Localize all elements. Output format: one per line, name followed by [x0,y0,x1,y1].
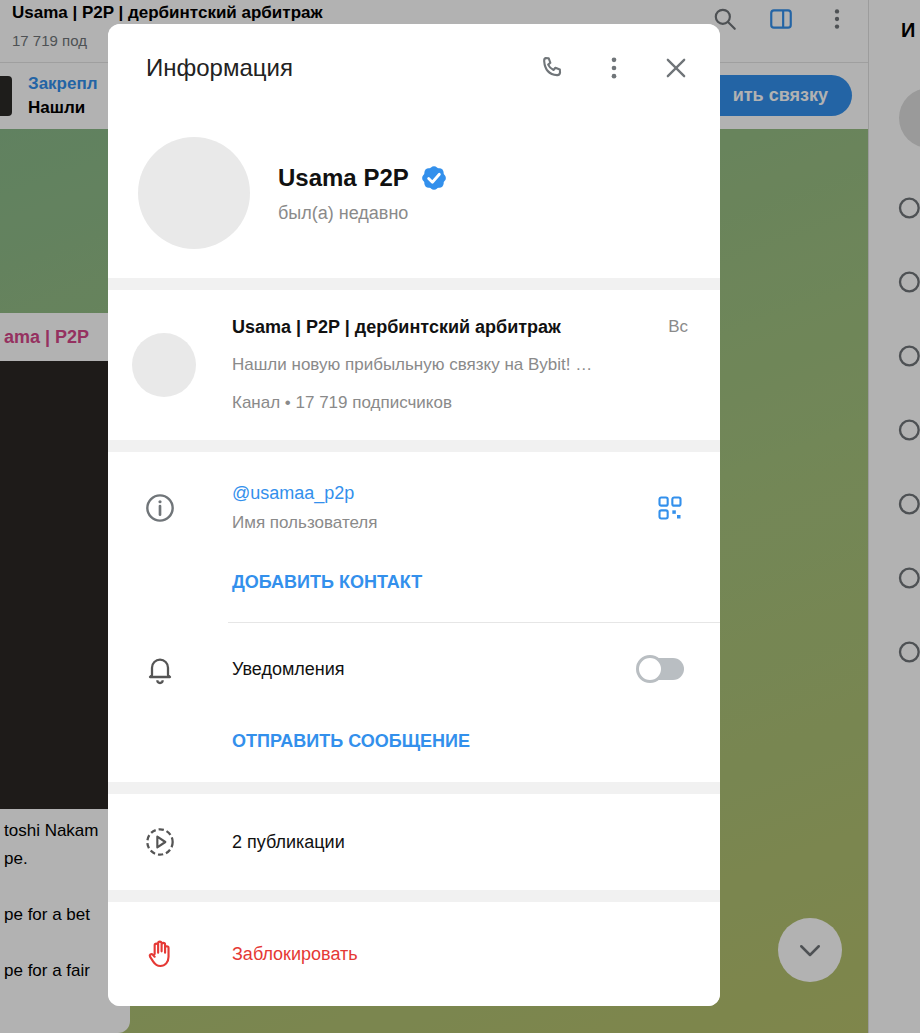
toggle-knob [636,655,664,683]
channel-preview: Нашли новую прибыльную связку на Bybit! … [232,346,688,384]
qr-code-icon[interactable] [656,494,684,522]
stories-icon [144,826,176,858]
profile-avatar[interactable] [138,137,250,249]
profile-name: Usama P2P [278,164,409,192]
channel-title-row: Usama | P2P | дербинтский арбитраж Вс [232,308,688,346]
dialog-title: Информация [146,54,293,82]
telegram-window: Usama | P2P | дербинтский арбитраж17 719… [0,0,920,1033]
info-icon [144,492,176,524]
profile-name-row: Usama P2P [278,163,449,193]
icon-cell [144,938,232,970]
channel-info: Usama | P2P | дербинтский арбитраж Вс Нашл… [232,308,688,422]
block-row[interactable]: Заблокировать [108,902,720,1006]
linked-channel[interactable]: Usama | P2P | дербинтский арбитраж Вс Нашл… [108,290,720,440]
send-message-button[interactable]: ОТПРАВИТЬ СООБЩЕНИЕ [108,715,720,782]
bell-icon [144,653,176,685]
hand-stop-icon [144,938,176,970]
dialog-header: Информация [108,24,720,112]
dialog-actions [538,54,690,82]
divider [228,622,720,623]
stories-row[interactable]: 2 публикации [108,794,720,890]
add-contact-button[interactable]: ДОБАВИТЬ КОНТАКТ [108,567,720,597]
notifications-toggle[interactable] [638,658,684,680]
channel-avatar [132,333,196,397]
channel-meta: Канал • 17 719 подписчиков [232,384,688,422]
username-row[interactable]: @usamaa_p2pИмя пользователя [108,452,720,538]
block-label: Заблокировать [232,944,358,965]
close-icon[interactable] [662,54,690,82]
profile-info: Usama P2P был(а) недавно [278,163,449,224]
username-label: Имя пользователя [232,508,656,538]
phone-icon[interactable] [538,54,566,82]
more-icon[interactable] [600,54,628,82]
icon-cell [144,826,232,858]
username-value: @usamaa_p2p [232,478,656,508]
stories-label: 2 публикации [232,832,345,853]
info-dialog: Информация Usama P2P был(а) недавно Usama |… [108,24,720,1006]
channel-title: Usama | P2P | дербинтский арбитраж [232,308,561,346]
notifications-label: Уведомления [232,659,638,680]
icon-cell [144,653,232,685]
verified-badge-icon [419,163,449,193]
icon-cell [144,492,232,524]
profile-section: Информация Usama P2P был(а) недавно [108,24,720,278]
username-text: @usamaa_p2pИмя пользователя [232,478,656,538]
details-section: @usamaa_p2pИмя пользователя ДОБАВИТЬ КОНТ… [108,452,720,782]
channel-date: Вс [668,317,688,337]
profile-row: Usama P2P был(а) недавно [108,112,720,278]
profile-status: был(а) недавно [278,203,449,224]
notifications-row[interactable]: Уведомления [108,623,720,715]
